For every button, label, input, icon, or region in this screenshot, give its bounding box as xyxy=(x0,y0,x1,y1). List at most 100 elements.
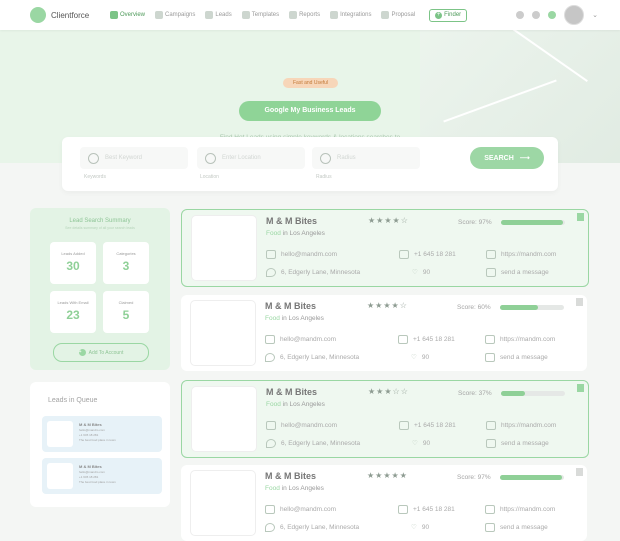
nav-item-templates[interactable]: Templates xyxy=(241,11,279,19)
score-label: Score: 97% xyxy=(457,474,491,481)
score-bar xyxy=(501,391,565,396)
business-category: Food in Los Angeles xyxy=(266,401,325,408)
location-pin-icon xyxy=(266,439,276,448)
heart-icon[interactable]: ♡ xyxy=(412,268,418,276)
business-logo xyxy=(192,387,256,451)
website-row: https://mandm.com xyxy=(485,335,555,344)
mail-icon xyxy=(265,505,275,514)
website-row: https://mandm.com xyxy=(486,421,556,430)
address-row: 6, Edgerly Lane, Minnesota xyxy=(266,268,360,277)
queue-item[interactable]: M & M Bites hello@mandm.com +1 645 18 28… xyxy=(42,458,162,494)
location-pin-icon xyxy=(265,353,275,362)
business-name[interactable]: M & M Bites xyxy=(265,301,316,311)
bookmark-icon[interactable] xyxy=(577,213,584,221)
radius-input[interactable]: Radius xyxy=(312,147,420,169)
score-bar-fill xyxy=(501,220,564,225)
business-logo xyxy=(191,471,255,535)
help-icon[interactable] xyxy=(516,11,525,19)
message-icon xyxy=(485,353,495,362)
bookmark-icon[interactable] xyxy=(576,468,583,476)
address-row: 6, Edgerly Lane, Minnesota xyxy=(265,523,359,532)
message-icon xyxy=(485,523,495,532)
leads-in-queue: Leads in Queue M & M Bites hello@mandm.c… xyxy=(30,382,170,507)
score-bar-fill xyxy=(501,391,525,396)
phone-icon xyxy=(399,421,409,430)
arrow-right-icon: ⟶ xyxy=(519,155,530,162)
queue-item-logo xyxy=(47,421,73,447)
location-input[interactable]: Enter Location xyxy=(197,147,305,169)
brand-name: Clientforce xyxy=(51,10,90,20)
chevron-down-icon[interactable]: ⌄ xyxy=(592,11,598,19)
phone-icon xyxy=(399,250,409,259)
queue-item[interactable]: M & M Bites hello@mandm.com +1 645 18 28… xyxy=(42,416,162,452)
chat-icon[interactable] xyxy=(532,11,541,19)
nav-item-leads[interactable]: Leads xyxy=(205,11,232,19)
nav-item-reports[interactable]: Reports xyxy=(289,11,320,19)
website-row: https://mandm.com xyxy=(486,250,556,259)
business-name[interactable]: M & M Bites xyxy=(266,387,317,397)
heart-icon[interactable]: ♡ xyxy=(411,353,417,361)
mail-icon xyxy=(266,421,276,430)
business-name[interactable]: M & M Bites xyxy=(265,471,316,481)
nav-item-integrations[interactable]: Integrations xyxy=(330,11,371,19)
website-row: https://mandm.com xyxy=(485,505,555,514)
likes-row: ♡ 90 xyxy=(411,523,430,532)
nav-item-campaigns[interactable]: Campaigns xyxy=(155,11,195,19)
business-logo xyxy=(191,301,255,365)
clientforce-logo-icon xyxy=(30,7,46,23)
chart-icon xyxy=(289,11,298,19)
search-button[interactable]: SEARCH ⟶ xyxy=(470,147,544,169)
summary-subtitle: See details summary of all your search l… xyxy=(65,226,135,230)
likes-row: ♡ 90 xyxy=(412,268,431,277)
rating-stars: ★★★☆☆ xyxy=(368,387,409,396)
summary-title: Lead Search Summary xyxy=(69,218,131,224)
brand[interactable]: Clientforce xyxy=(30,7,110,23)
score-label: Score: 60% xyxy=(457,304,491,311)
keywords-input[interactable]: Best Keyword xyxy=(80,147,188,169)
bookmark-icon[interactable] xyxy=(576,298,583,306)
queue-item-logo xyxy=(47,463,73,489)
likes-row: ♡ 90 xyxy=(411,353,430,362)
nav-item-overview[interactable]: Overview xyxy=(110,11,145,19)
template-icon xyxy=(241,11,250,19)
google-business-leads-button[interactable]: Google My Business Leads xyxy=(239,101,381,121)
message-row: send a message xyxy=(486,268,549,277)
queue-title: Leads in Queue xyxy=(48,397,98,404)
nav-item-proposal[interactable]: Proposal xyxy=(381,11,415,19)
finder-button[interactable]: + Finder xyxy=(429,8,468,22)
address-row: 6, Edgerly Lane, Minnesota xyxy=(265,353,359,362)
business-category: Food in Los Angeles xyxy=(265,315,324,322)
lead-card[interactable]: M & M Bites Food in Los Angeles ★★★★★ Score… xyxy=(181,465,587,541)
message-row: send a message xyxy=(485,353,548,362)
top-navbar: Clientforce Overview Campaigns Leads Tem… xyxy=(0,0,620,30)
stat-leads-with-email: Leads With Email 23 xyxy=(50,291,96,333)
lead-card[interactable]: M & M Bites Food in Los Angeles ★★★☆☆ Score… xyxy=(181,380,589,458)
avatar[interactable] xyxy=(564,5,585,25)
email-row: hello@mandm.com xyxy=(265,335,336,344)
location-pin-icon xyxy=(266,268,276,277)
email-row: hello@mandm.com xyxy=(266,250,337,259)
header-actions: ⌄ xyxy=(516,5,598,25)
business-name[interactable]: M & M Bites xyxy=(266,216,317,226)
notification-icon[interactable] xyxy=(548,11,557,19)
lead-card[interactable]: M & M Bites Food in Los Angeles ★★★★☆ Score… xyxy=(181,295,587,371)
score-label: Score: 37% xyxy=(458,390,492,397)
mail-icon xyxy=(266,250,276,259)
phone-row: +1 645 18 281 xyxy=(398,505,455,514)
score-bar xyxy=(500,475,564,480)
phone-row: +1 645 18 281 xyxy=(398,335,455,344)
stat-leads-added: Leads Added 30 xyxy=(50,242,96,284)
lead-card[interactable]: M & M Bites Food in Los Angeles ★★★★☆ Score… xyxy=(181,209,589,287)
rating-stars: ★★★★☆ xyxy=(368,216,409,225)
likes-row: ♡ 90 xyxy=(412,439,431,448)
location-label: Location xyxy=(200,174,219,180)
heart-icon[interactable]: ♡ xyxy=(412,439,418,447)
business-category: Food in Los Angeles xyxy=(265,485,324,492)
add-to-account-button[interactable]: + Add To Account xyxy=(53,343,149,362)
heart-icon[interactable]: ♡ xyxy=(411,523,417,531)
stat-categories: Categories 3 xyxy=(103,242,149,284)
bookmark-icon[interactable] xyxy=(577,384,584,392)
business-category: Food in Los Angeles xyxy=(266,230,325,237)
score-bar xyxy=(501,220,565,225)
phone-icon xyxy=(398,505,408,514)
